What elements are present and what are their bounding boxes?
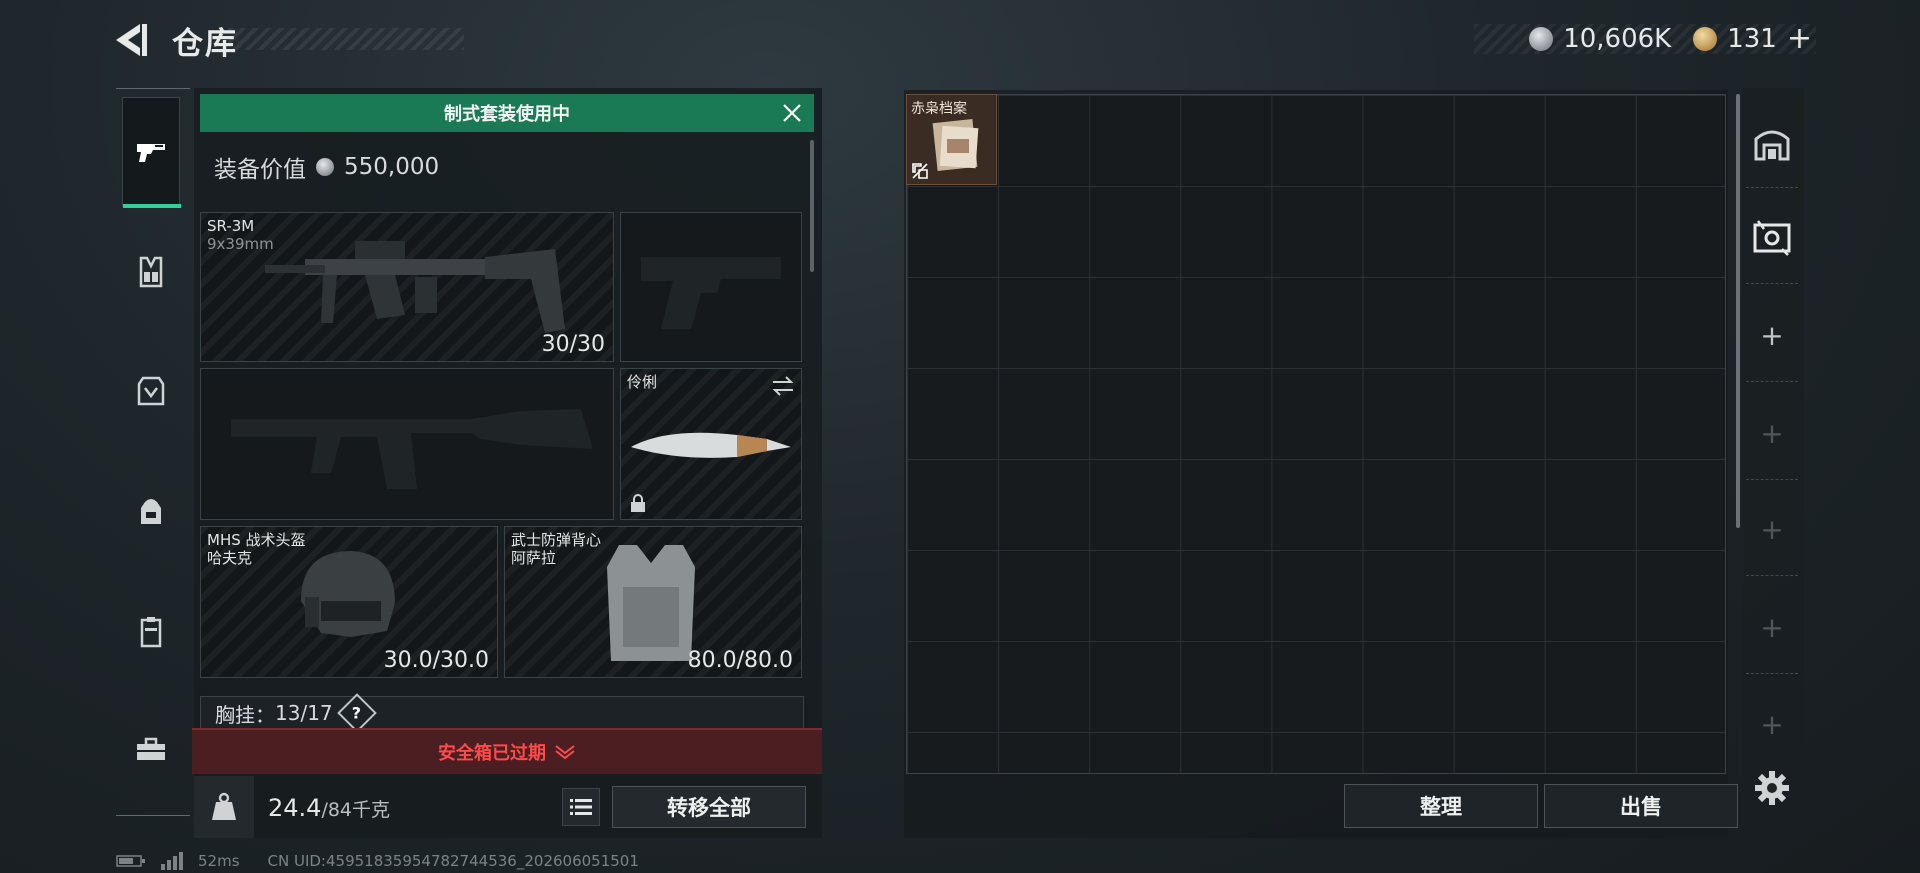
battery-icon <box>116 855 145 867</box>
helmet-icon <box>301 551 395 637</box>
currency-bar: 10,606K 131 + <box>1474 24 1816 54</box>
melee-name: 伶俐 <box>627 373 658 391</box>
close-icon[interactable] <box>780 101 804 125</box>
equip-value-amount: 550,000 <box>344 154 440 180</box>
carry-weight: 24.4/84千克 <box>268 794 390 822</box>
toolbox-icon <box>137 737 165 760</box>
category-nav <box>116 88 190 816</box>
helmet-durability: 30.0/30.0 <box>383 648 489 673</box>
stash-tab-add-5[interactable]: + <box>1746 678 1798 770</box>
back-arrow-icon <box>116 24 147 56</box>
silver-coin-icon <box>316 158 334 176</box>
document-file-icon <box>932 119 979 171</box>
title-decoration <box>228 28 464 50</box>
gear-icon[interactable] <box>1754 770 1790 806</box>
melee-slot[interactable]: 伶俐 <box>620 368 802 520</box>
category-armor[interactable] <box>122 337 180 447</box>
ping-value: 52ms <box>198 852 240 870</box>
gold-amount: 131 <box>1727 24 1777 54</box>
sell-button[interactable]: 出售 <box>1544 784 1738 828</box>
stash-tab-warehouse[interactable] <box>1746 96 1798 188</box>
armor-durability: 80.0/80.0 <box>687 648 793 673</box>
category-weapons[interactable] <box>122 97 181 208</box>
rifle-silhouette-icon <box>231 409 593 489</box>
pistol-icon <box>137 144 165 162</box>
category-backpack[interactable] <box>122 457 180 567</box>
weight-icon <box>212 792 236 820</box>
gold-coin-icon <box>1693 27 1718 51</box>
plus-icon: + <box>1760 319 1784 352</box>
safe-box-status: 安全箱已过期 <box>438 743 546 764</box>
safe-box-expired-bar[interactable]: 安全箱已过期 <box>192 728 822 774</box>
status-line: 52ms CN UID:4595183595478274453​6_202606… <box>116 852 639 870</box>
armor-slot[interactable]: 武士防弹背心 阿萨拉 80.0/80.0 <box>504 526 802 678</box>
plus-icon: + <box>1760 707 1784 741</box>
user-id: CN UID:4595183595478274453​6_20260605150… <box>267 852 639 870</box>
silver-amount: 10,606K <box>1563 24 1672 54</box>
category-container[interactable] <box>122 577 180 687</box>
loadout-scrollbar[interactable] <box>810 140 814 272</box>
weapon-ammo: 30/30 <box>541 332 605 357</box>
silver-coin-icon <box>1529 27 1554 51</box>
chest-rig-capacity: 13/17 <box>275 701 333 725</box>
stash-tab-add-2[interactable]: + <box>1746 388 1798 480</box>
vault-box-icon <box>1753 219 1791 256</box>
stash-item[interactable]: 赤枭档案 <box>906 94 997 185</box>
weight-icon-box <box>194 776 254 838</box>
stash-tab-add-4[interactable]: + <box>1746 582 1798 674</box>
weapon-caliber: 9x39mm <box>207 235 274 253</box>
page-title: 仓库 <box>172 26 238 62</box>
knife-icon <box>631 432 791 458</box>
kit-banner: 制式套装使用中 <box>200 94 814 132</box>
armor-plate-icon <box>137 376 165 406</box>
sort-button[interactable]: 整理 <box>1344 784 1538 828</box>
weapon-name: SR-3M <box>207 217 255 235</box>
kit-banner-text: 制式套装使用中 <box>444 104 570 125</box>
chevron-down-icon <box>555 745 575 760</box>
plus-icon: + <box>1760 611 1784 644</box>
chest-rig-label: 胸挂： <box>215 702 275 727</box>
pistol-slot[interactable] <box>620 212 802 362</box>
category-toolbox[interactable] <box>122 695 180 805</box>
secondary-weapon-slot[interactable] <box>200 368 614 520</box>
help-mark: ? <box>352 703 362 723</box>
stash-tab-collection[interactable] <box>1746 192 1798 284</box>
case-icon <box>140 617 162 648</box>
weight-current: 24.4 <box>268 794 322 822</box>
help-button[interactable]: ? <box>336 693 377 733</box>
primary-weapon-slot[interactable]: SR-3M 9x39mm 30/30 <box>200 212 614 362</box>
list-view-button[interactable] <box>562 788 600 826</box>
equip-value-label: 装备价值 <box>214 157 306 183</box>
stash-tab-add-1[interactable]: + <box>1746 290 1798 382</box>
stash-tab-add-3[interactable]: + <box>1746 484 1798 576</box>
transfer-all-button[interactable]: 转移全部 <box>612 786 806 828</box>
warehouse-icon <box>1754 130 1790 160</box>
plus-icon: + <box>1760 417 1784 450</box>
category-chest-rig[interactable] <box>122 217 180 327</box>
stash-scrollbar[interactable] <box>1736 94 1740 528</box>
helmet-maker: 哈夫克 <box>207 549 253 567</box>
list-icon <box>570 799 592 815</box>
rifle-icon <box>265 241 565 333</box>
armor-maker: 阿萨拉 <box>511 549 557 567</box>
backpack-icon <box>141 499 161 524</box>
signal-icon <box>161 852 183 870</box>
plus-icon: + <box>1760 513 1784 546</box>
swap-icon[interactable] <box>771 375 795 397</box>
add-currency-button[interactable]: + <box>1787 24 1812 54</box>
weight-max: /84千克 <box>321 799 391 821</box>
helmet-slot[interactable]: MHS 战术头盔 哈夫克 30.0/30.0 <box>200 526 498 678</box>
equipment-value: 装备价值 550,000 <box>214 150 439 184</box>
armor-name: 武士防弹背心 <box>511 531 602 549</box>
lock-icon <box>631 494 645 512</box>
back-button[interactable] <box>112 20 150 60</box>
stash-grid[interactable] <box>906 94 1726 774</box>
chest-rig-row[interactable]: 胸挂： 13/17 ? <box>200 693 804 733</box>
pistol-silhouette-icon <box>641 257 781 329</box>
tag-icon <box>912 163 928 179</box>
vest-icon <box>139 256 163 288</box>
